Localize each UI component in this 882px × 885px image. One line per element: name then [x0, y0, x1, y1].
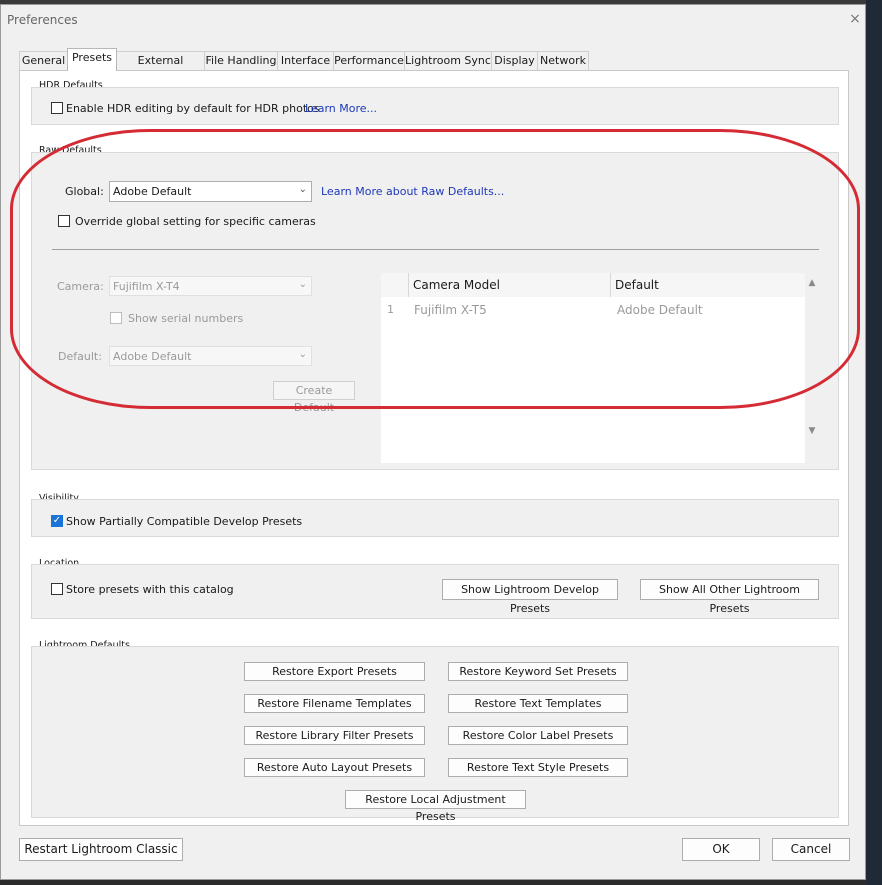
camera-defaults-table: Camera Model Default 1 Fujifilm X-T5 Ado… [381, 273, 805, 463]
restore-library-filter-presets-button[interactable]: Restore Library Filter Presets [244, 726, 425, 745]
restore-export-presets-button[interactable]: Restore Export Presets [244, 662, 425, 681]
scroll-up-icon[interactable]: ▲ [807, 279, 817, 288]
override-checkbox-label: Override global setting for specific cam… [75, 215, 316, 228]
default-dropdown-value: Adobe Default [113, 350, 192, 363]
hdr-group: Enable HDR editing by default for HDR ph… [31, 87, 839, 125]
restore-keyword-set-presets-button[interactable]: Restore Keyword Set Presets [448, 662, 628, 681]
create-default-button[interactable]: Create Default [273, 381, 355, 414]
default-label: Default: [58, 350, 102, 363]
presets-panel: HDR Defaults Enable HDR editing by defau… [19, 70, 849, 826]
show-other-presets-button[interactable]: Show All Other Lightroom Presets [640, 579, 819, 615]
table-row-default[interactable]: Adobe Default [617, 303, 703, 317]
visibility-checkbox[interactable]: ✓ [51, 515, 63, 527]
raw-group: Global: Adobe Default ⌄ Learn More about… [31, 152, 839, 470]
global-label: Global: [65, 185, 104, 198]
location-checkbox[interactable] [51, 583, 63, 595]
default-dropdown[interactable]: Adobe Default ⌄ [109, 346, 312, 366]
location-checkbox-label: Store presets with this catalog [66, 583, 234, 596]
lr-defaults-group: Restore Export Presets Restore Keyword S… [31, 646, 839, 823]
tab-display[interactable]: Display [491, 51, 538, 70]
preferences-dialog: Preferences × General Presets External E… [0, 4, 866, 880]
raw-learn-more-link[interactable]: Learn More about Raw Defaults... [321, 185, 504, 198]
dialog-title: Preferences [7, 13, 78, 27]
tab-external-editing[interactable]: External Editing [116, 51, 205, 85]
show-develop-presets-button[interactable]: Show Lightroom Develop Presets [442, 579, 618, 615]
background-window-right [866, 0, 882, 885]
global-dropdown[interactable]: Adobe Default ⌄ [109, 181, 312, 202]
cancel-button[interactable]: Cancel [772, 838, 850, 861]
chevron-down-icon: ⌄ [298, 279, 307, 290]
visibility-checkbox-label: Show Partially Compatible Develop Preset… [66, 515, 303, 528]
chevron-down-icon: ⌄ [298, 349, 307, 360]
restore-text-style-presets-button[interactable]: Restore Text Style Presets [448, 758, 628, 777]
location-group: Store presets with this catalog Show Lig… [31, 564, 839, 619]
tab-general[interactable]: General [19, 51, 68, 70]
restore-local-adjustment-presets-button[interactable]: Restore Local Adjustment Presets [345, 790, 526, 823]
hdr-learn-more-link[interactable]: Learn More... [305, 102, 377, 115]
tab-lightroom-sync[interactable]: Lightroom Sync [404, 51, 492, 70]
camera-label: Camera: [57, 280, 104, 293]
camera-dropdown[interactable]: Fujifilm X-T4 ⌄ [109, 276, 312, 296]
tab-network[interactable]: Network [537, 51, 589, 70]
table-header-index [381, 273, 409, 297]
restart-lightroom-button[interactable]: Restart Lightroom Classic [19, 838, 183, 861]
visibility-group: ✓ Show Partially Compatible Develop Pres… [31, 499, 839, 537]
restore-color-label-presets-button[interactable]: Restore Color Label Presets [448, 726, 628, 745]
table-row-model[interactable]: Fujifilm X-T5 [414, 303, 487, 317]
tab-performance[interactable]: Performance [333, 51, 405, 70]
restore-auto-layout-presets-button[interactable]: Restore Auto Layout Presets [244, 758, 425, 777]
scroll-down-icon[interactable]: ▼ [807, 427, 817, 436]
table-row-index: 1 [387, 303, 394, 316]
hdr-checkbox[interactable] [51, 102, 63, 114]
table-header-default[interactable]: Default [611, 273, 805, 297]
restore-text-templates-button[interactable]: Restore Text Templates [448, 694, 628, 713]
close-icon[interactable]: × [847, 11, 863, 27]
chevron-down-icon: ⌄ [298, 184, 307, 195]
camera-dropdown-value: Fujifilm X-T4 [113, 280, 180, 293]
tab-interface[interactable]: Interface [277, 51, 334, 70]
override-checkbox[interactable] [58, 215, 70, 227]
serial-numbers-label: Show serial numbers [128, 312, 244, 325]
hdr-checkbox-label: Enable HDR editing by default for HDR ph… [66, 102, 320, 115]
tab-presets[interactable]: Presets [67, 48, 117, 71]
raw-separator [52, 249, 819, 250]
ok-button[interactable]: OK [682, 838, 760, 861]
serial-numbers-checkbox[interactable] [110, 312, 122, 324]
global-dropdown-value: Adobe Default [113, 185, 192, 198]
restore-filename-templates-button[interactable]: Restore Filename Templates [244, 694, 425, 713]
table-header-camera-model[interactable]: Camera Model [409, 273, 611, 297]
tab-file-handling[interactable]: File Handling [204, 51, 278, 70]
